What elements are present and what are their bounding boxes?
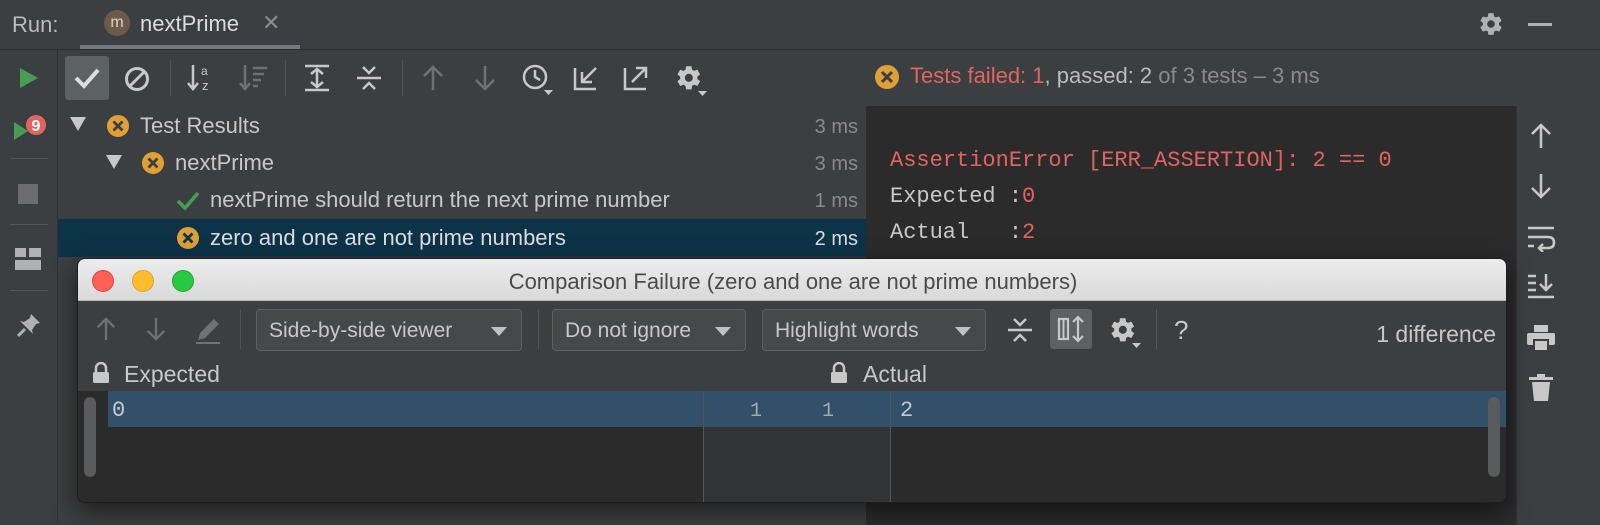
separator xyxy=(10,290,48,291)
expand-all-icon[interactable] xyxy=(302,63,332,93)
tree-item-label[interactable]: Test Results xyxy=(140,113,260,139)
svg-text:9: 9 xyxy=(32,118,41,135)
actual-value[interactable]: 2 xyxy=(900,398,913,423)
tree-item-label[interactable]: zero and one are not prime numbers xyxy=(210,225,566,251)
chevron-down-icon xyxy=(955,327,971,336)
export-icon[interactable] xyxy=(622,64,650,92)
edit-icon[interactable] xyxy=(194,316,222,344)
sort-alpha-icon[interactable]: az xyxy=(186,62,218,94)
mocha-config-icon: m xyxy=(104,10,130,36)
assertion-error-line: AssertionError [ERR_ASSERTION]: 2 == 0 xyxy=(890,148,1392,173)
tab-title[interactable]: nextPrime xyxy=(140,11,239,37)
scroll-to-end-icon[interactable] xyxy=(1526,272,1556,300)
right-scrollbar[interactable] xyxy=(1488,397,1500,477)
left-scrollbar[interactable] xyxy=(84,397,96,477)
console-toolbar xyxy=(1516,106,1600,525)
minimize-icon[interactable] xyxy=(1528,23,1552,26)
run-icon[interactable] xyxy=(16,66,40,90)
separator xyxy=(10,158,48,159)
failed-status-icon xyxy=(874,64,900,90)
comparison-failure-dialog: Comparison Failure (zero and one are not… xyxy=(77,258,1507,503)
ignore-select[interactable]: Do not ignore xyxy=(552,309,746,351)
svg-text:a: a xyxy=(201,64,208,78)
lock-icon xyxy=(830,362,848,384)
pin-icon[interactable] xyxy=(16,312,42,338)
show-ignored-icon[interactable] xyxy=(124,66,150,92)
stop-icon[interactable] xyxy=(18,184,38,204)
print-icon[interactable] xyxy=(1526,324,1556,352)
diff-highlight-left xyxy=(108,391,703,427)
left-line-number: 1 xyxy=(750,400,763,423)
settings-icon[interactable] xyxy=(674,63,708,97)
right-line-number: 1 xyxy=(822,400,835,423)
highlight-select[interactable]: Highlight words xyxy=(762,309,986,351)
chevron-down-icon xyxy=(715,327,731,336)
active-tab-indicator xyxy=(80,45,300,49)
duration: 3 ms xyxy=(814,116,858,138)
sort-duration-icon[interactable] xyxy=(238,62,270,94)
run-label: Run: xyxy=(12,12,59,37)
gear-icon[interactable] xyxy=(1478,11,1504,37)
soft-wrap-icon[interactable] xyxy=(1526,224,1556,252)
difference-count: 1 difference xyxy=(1376,321,1496,347)
collapse-unchanged-icon[interactable] xyxy=(1006,316,1034,344)
down-arrow-icon[interactable] xyxy=(1528,172,1554,200)
expected-header: Expected xyxy=(124,361,220,387)
separator xyxy=(240,309,241,349)
test-status-summary: Tests failed: 1, passed: 2 of 3 tests – … xyxy=(910,63,1320,88)
up-arrow-icon[interactable] xyxy=(1528,122,1554,150)
rerun-failed-icon[interactable]: 9 xyxy=(12,114,48,144)
help-icon[interactable]: ? xyxy=(1174,315,1188,346)
separator xyxy=(10,224,48,225)
chevron-down-icon[interactable] xyxy=(106,155,122,169)
viewer-select[interactable]: Side-by-side viewer xyxy=(256,309,522,351)
chevron-down-icon[interactable] xyxy=(70,117,86,131)
diff-highlight-right xyxy=(891,391,1506,427)
collapse-all-icon[interactable] xyxy=(354,63,384,93)
import-icon[interactable] xyxy=(572,64,600,92)
prev-failed-icon[interactable] xyxy=(420,64,446,92)
settings-icon[interactable] xyxy=(1108,315,1142,349)
failed-icon xyxy=(106,114,130,138)
tree-item-label[interactable]: nextPrime xyxy=(175,150,274,176)
separator xyxy=(1156,309,1157,349)
actual-line: Actual :2 xyxy=(890,220,1036,245)
chevron-down-icon xyxy=(491,327,507,336)
duration: 3 ms xyxy=(814,153,858,175)
next-diff-icon[interactable] xyxy=(144,316,168,342)
prev-diff-icon[interactable] xyxy=(94,316,118,342)
passed-check-icon xyxy=(176,189,200,211)
failed-icon xyxy=(176,226,200,250)
separator xyxy=(285,60,286,96)
failed-icon xyxy=(141,151,165,175)
dialog-title: Comparison Failure (zero and one are not… xyxy=(508,269,1078,294)
duration: 2 ms xyxy=(814,228,858,250)
show-passed-button[interactable] xyxy=(65,56,109,100)
lock-icon xyxy=(92,362,110,384)
layout-icon[interactable] xyxy=(15,248,41,270)
separator xyxy=(538,309,539,349)
expected-value[interactable]: 0 xyxy=(112,398,125,423)
next-failed-icon[interactable] xyxy=(472,64,498,92)
trash-icon[interactable] xyxy=(1528,374,1554,402)
actual-header: Actual xyxy=(863,361,927,387)
duration: 1 ms xyxy=(814,190,858,212)
close-icon[interactable]: ✕ xyxy=(262,10,280,36)
tree-item-label[interactable]: nextPrime should return the next prime n… xyxy=(210,187,670,213)
passed-count: passed: 2 xyxy=(1050,63,1153,88)
sync-scroll-button[interactable] xyxy=(1050,309,1092,349)
failed-count: Tests failed: 1 xyxy=(910,63,1045,88)
svg-text:z: z xyxy=(202,78,209,93)
separator xyxy=(170,60,171,96)
diff-highlight-gutter xyxy=(704,391,890,427)
total-count: of 3 tests – 3 ms xyxy=(1152,63,1320,88)
expected-line: Expected :0 xyxy=(890,184,1036,209)
separator xyxy=(402,60,403,96)
history-icon[interactable] xyxy=(520,62,554,96)
diff-header xyxy=(78,359,1506,391)
